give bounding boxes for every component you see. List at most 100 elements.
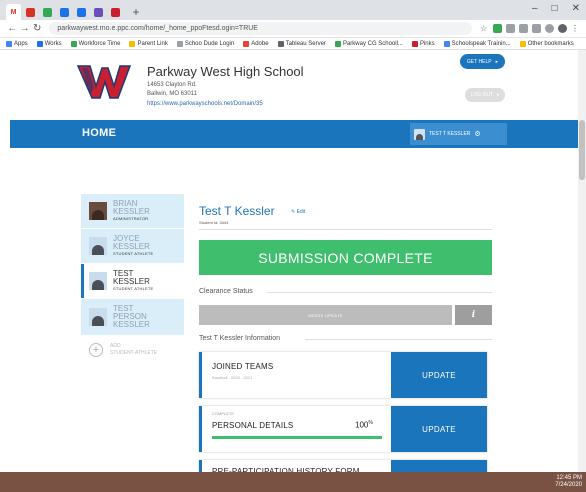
bookmarks-bar: Apps Works Workforce Time Parent Link Sc…: [0, 38, 586, 50]
os-taskbar: 12:45 PM 7/24/2020: [0, 472, 586, 492]
content-spacer: [10, 148, 578, 188]
browser-toolbar: ← → ↻ parkwaywest.mo.e.ppc.com/home/_hom…: [0, 20, 586, 38]
student-role: STUDENT ATHLETE: [113, 286, 154, 291]
bookmark-item[interactable]: Schoo Dude Login: [176, 40, 234, 47]
joined-teams-card: JOINED TEAMS Baseball - 2020 - 2021 UPDA…: [199, 352, 487, 398]
gmail-icon: M: [9, 7, 18, 17]
bookmark-icon: [277, 40, 284, 47]
school-name: Parkway West High School: [147, 64, 304, 79]
extension-icon[interactable]: [492, 24, 502, 33]
new-tab-button[interactable]: +: [129, 4, 143, 20]
scrollbar-thumb[interactable]: [579, 120, 585, 180]
extension-icon[interactable]: [505, 24, 515, 33]
bookmark-item[interactable]: Parent Link: [129, 40, 168, 47]
site-icon: [94, 7, 103, 17]
minimize-icon[interactable]: –: [532, 3, 538, 14]
back-icon[interactable]: ←: [6, 23, 18, 34]
menu-icon[interactable]: ⋮: [571, 24, 580, 33]
divider: [305, 339, 492, 340]
address-bar[interactable]: parkwaywest.mo.e.ppc.com/home/_home_ppoF…: [49, 22, 472, 35]
card-status: COMPLETE: [212, 411, 235, 416]
completion-progress-bar: [212, 436, 382, 439]
extension-icon[interactable]: [531, 24, 541, 33]
page-scrollbar[interactable]: [578, 50, 586, 472]
student-middle-name: KESSLER: [113, 320, 150, 329]
extension-icon[interactable]: [544, 24, 554, 33]
browser-tab[interactable]: [40, 4, 55, 20]
apps-icon: [6, 40, 12, 47]
school-address-line1: 14653 Clayton Rd.: [147, 82, 197, 88]
browser-tab[interactable]: [108, 4, 123, 20]
site-icon: [77, 7, 86, 17]
logout-icon: ▸: [497, 92, 500, 98]
browser-tab[interactable]: [74, 4, 89, 20]
browser-tab[interactable]: [57, 4, 72, 20]
bookmark-icon: [176, 40, 183, 47]
bookmark-icon: [36, 40, 43, 47]
student-list: BRIAN KESSLER ADMINISTRATOR JOYCE KESSLE…: [81, 194, 184, 364]
submission-status-banner: SUBMISSION COMPLETE: [199, 240, 492, 275]
personal-details-update-button[interactable]: UPDATE: [391, 406, 487, 452]
get-help-button[interactable]: GET HELP ▸: [460, 54, 505, 69]
student-id: Student Id: 3444: [199, 220, 229, 225]
bookmark-item[interactable]: Works: [36, 40, 62, 47]
divider: [199, 229, 492, 230]
user-menu-button[interactable]: TEST T KESSLER ⚙: [410, 123, 507, 145]
reload-icon[interactable]: ↻: [31, 23, 43, 34]
edit-link[interactable]: ✎ Edit: [291, 209, 305, 215]
needs-update-status: NEEDS UPDATE: [199, 305, 452, 325]
school-logo: [76, 65, 132, 99]
bookmark-item[interactable]: Workforce Time: [70, 40, 120, 47]
student-item-test-person-kessler[interactable]: TEST PERSON KESSLER: [81, 299, 184, 335]
site-icon: [111, 7, 120, 17]
bookmark-item[interactable]: Pinks: [411, 40, 435, 47]
add-student-athlete-button[interactable]: + ADD STUDENT-ATHLETE: [81, 336, 184, 364]
bookmark-apps[interactable]: Apps: [6, 40, 28, 47]
person-icon: [89, 237, 107, 255]
student-item-brian-kessler[interactable]: BRIAN KESSLER ADMINISTRATOR: [81, 194, 184, 228]
window-controls: – □ ✕: [532, 3, 580, 14]
student-last-name: KESSLER: [113, 277, 150, 286]
person-icon: [89, 272, 107, 290]
site-icon: [43, 7, 52, 17]
bookmark-item[interactable]: Schoolspeak Trainin...: [443, 40, 511, 47]
student-item-joyce-kessler[interactable]: JOYCE KESSLER STUDENT ATHLETE: [81, 229, 184, 263]
browser-tab-gmail[interactable]: M: [6, 4, 21, 20]
school-website-link[interactable]: https://www.parkwayschools.net/Domain/35: [147, 101, 263, 107]
joined-teams-update-button[interactable]: UPDATE: [391, 352, 487, 398]
extension-icon[interactable]: [518, 24, 528, 33]
bookmark-item[interactable]: Parkway CG Schooll...: [334, 40, 403, 47]
student-item-test-kessler[interactable]: TEST KESSLER STUDENT ATHLETE: [81, 264, 184, 298]
star-icon[interactable]: ☆: [480, 24, 489, 33]
user-menu-name: TEST T KESSLER: [429, 131, 471, 137]
student-last-name: KESSLER: [113, 242, 150, 251]
bookmark-icon: [334, 40, 341, 47]
taskbar-clock[interactable]: 12:45 PM 7/24/2020: [555, 475, 582, 489]
bookmark-item[interactable]: Tableau Server: [277, 40, 326, 47]
settings-icon: ⚙: [474, 131, 481, 138]
profile-icon[interactable]: [557, 24, 567, 33]
arrow-right-icon: ▸: [495, 58, 499, 65]
folder-icon: [519, 40, 526, 47]
bookmark-other[interactable]: Other bookmarks: [519, 40, 574, 47]
browser-tab[interactable]: [23, 4, 38, 20]
maximize-icon[interactable]: □: [552, 3, 558, 14]
completion-percent: 100%: [355, 420, 373, 430]
bookmark-item[interactable]: Adobe: [243, 40, 269, 47]
info-icon[interactable]: i: [455, 305, 492, 325]
card-subtitle: Baseball - 2020 - 2021: [212, 375, 253, 380]
nav-home[interactable]: HOME: [82, 127, 116, 139]
site-icon: [60, 7, 69, 17]
progress-fill: [212, 436, 382, 439]
card-title: PERSONAL DETAILS: [212, 421, 294, 430]
bookmark-icon: [443, 40, 450, 47]
pencil-icon: ✎: [291, 209, 296, 215]
bookmark-icon: [411, 40, 418, 47]
browser-tab[interactable]: [91, 4, 106, 20]
forward-icon[interactable]: →: [18, 23, 30, 34]
log-out-button[interactable]: LOG OUT ▸: [465, 88, 505, 102]
site-icon: [26, 7, 35, 17]
student-role: STUDENT ATHLETE: [113, 251, 154, 256]
close-icon[interactable]: ✕: [572, 3, 580, 14]
clearance-status-label: Clearance Status: [199, 288, 253, 295]
